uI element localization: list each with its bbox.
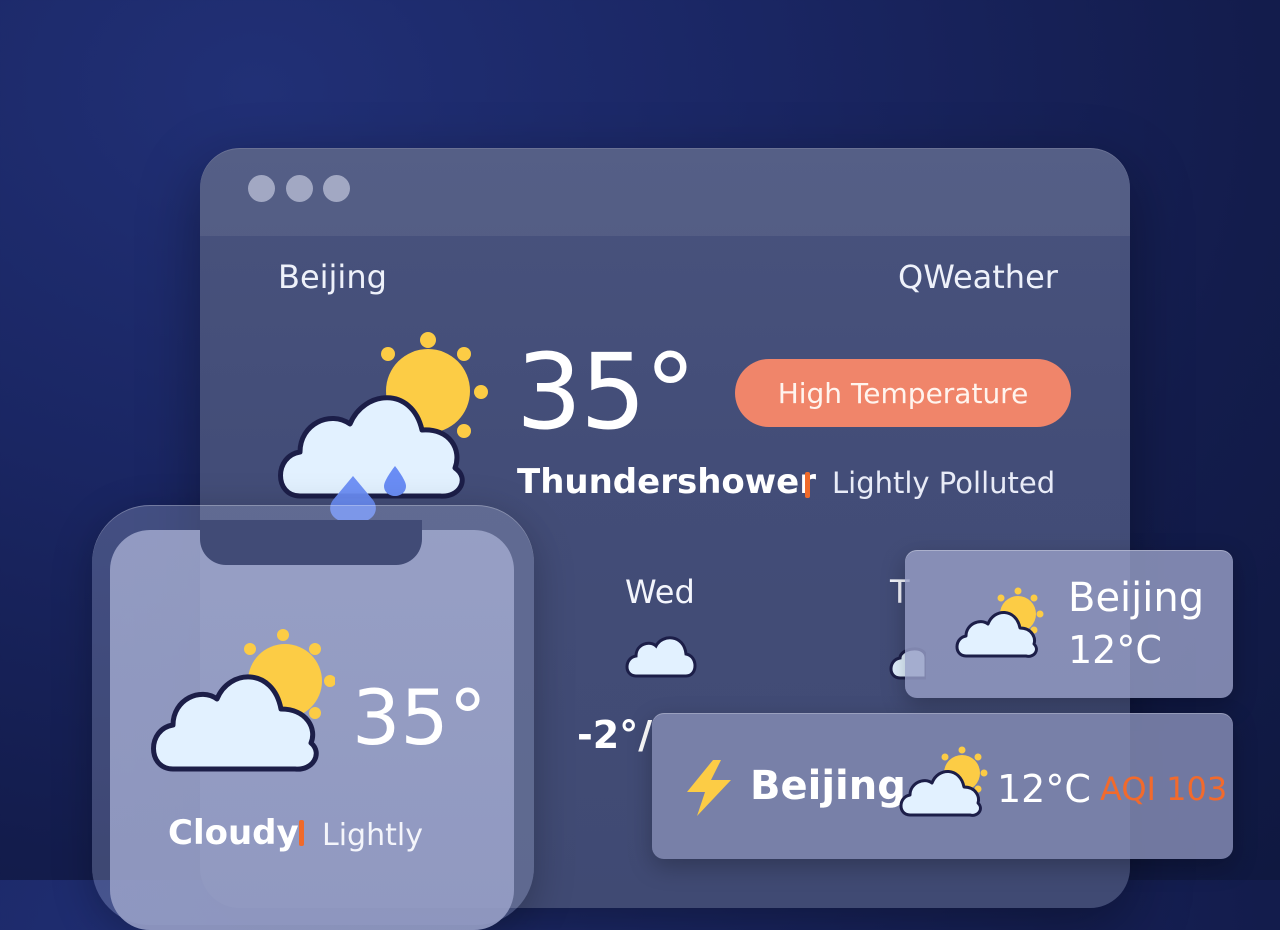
partly-cloudy-icon xyxy=(899,746,988,817)
phone-temperature: 35° xyxy=(352,673,487,762)
cloud-icon xyxy=(625,636,697,678)
phone-condition-separator xyxy=(299,820,304,846)
forecast-low-temp: -2°/ xyxy=(577,713,653,757)
condition-separator xyxy=(805,472,810,498)
high-temperature-alert-badge[interactable]: High Temperature xyxy=(735,359,1071,427)
phone-notch xyxy=(200,520,422,565)
window-dot-minimize[interactable] xyxy=(286,175,313,202)
brand-label: QWeather xyxy=(898,258,1058,296)
partly-cloudy-icon xyxy=(151,629,335,772)
forecast-day-wed: Wed xyxy=(625,573,695,611)
air-quality-label: Lightly Polluted xyxy=(832,466,1056,500)
widget-wide-temperature: 12°C xyxy=(997,767,1091,811)
phone-air-quality-label: Lightly xyxy=(322,818,423,853)
window-dot-maximize[interactable] xyxy=(323,175,350,202)
condition-label: Thundershower xyxy=(517,462,817,502)
lightning-icon xyxy=(687,760,731,816)
widget-wide-aqi: AQI 103 xyxy=(1100,770,1228,808)
widget-small-location: Beijing xyxy=(1068,575,1205,621)
widget-small-temperature: 12°C xyxy=(1068,628,1162,672)
location-label: Beijing xyxy=(278,258,387,296)
window-dot-close[interactable] xyxy=(248,175,275,202)
partly-cloudy-icon xyxy=(955,587,1044,658)
widget-wide-location: Beijing xyxy=(750,763,906,809)
partly-cloudy-rain-icon xyxy=(278,332,488,499)
current-temperature: 35° xyxy=(516,331,696,453)
phone-condition-label: Cloudy xyxy=(168,813,299,853)
